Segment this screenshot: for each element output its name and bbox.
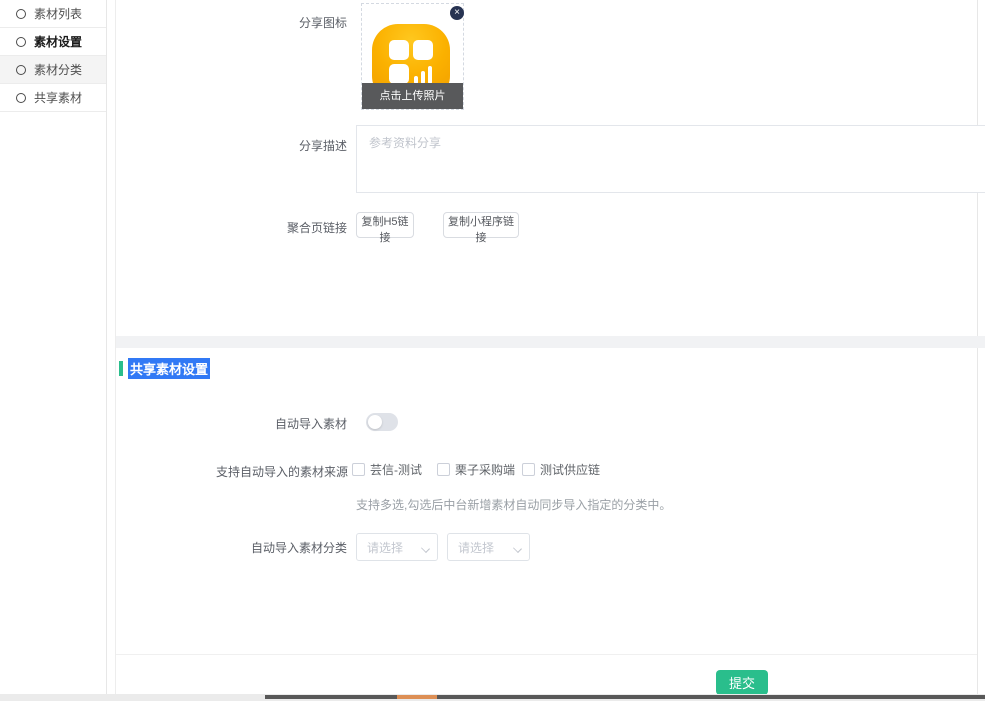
sidebar: 素材列表 素材设置 素材分类 共享素材 [0,0,107,694]
checkbox-icon[interactable] [522,463,535,476]
share-settings-card: 分享图标 × 点击上传照片 分享描述 聚合页链接 复制H5链接 复制小程序链接 [116,0,977,336]
sidebar-item-material-settings[interactable]: 素材设置 [0,28,106,56]
checkbox-icon[interactable] [352,463,365,476]
sources-label: 支持自动导入的素材来源 [116,463,348,480]
circle-bullet-icon [16,93,26,103]
share-icon-upload[interactable]: × 点击上传照片 [361,3,464,110]
chevron-down-icon [421,544,430,553]
auto-import-label: 自动导入素材 [116,415,347,432]
category-select-1[interactable]: 请选择 [356,533,438,561]
sources-hint-text: 支持多选,勾选后中台新增素材自动同步导入指定的分类中。 [356,496,671,513]
select-placeholder: 请选择 [458,539,494,556]
agg-link-label: 聚合页链接 [116,219,347,236]
checkbox-label: 芸信-测试 [370,461,422,478]
section-title-text: 共享素材设置 [128,358,210,379]
auto-import-toggle[interactable] [366,413,398,431]
circle-bullet-icon [16,9,26,19]
scrollbar-orange-marker [397,695,437,699]
share-desc-label: 分享描述 [116,137,347,154]
category-select-2[interactable]: 请选择 [447,533,530,561]
checkbox-icon[interactable] [437,463,450,476]
sidebar-item-material-list[interactable]: 素材列表 [0,0,106,28]
close-icon[interactable]: × [450,6,464,20]
shared-material-settings-card: 共享素材设置 自动导入素材 支持自动导入的素材来源 芸信-测试 栗子采购端 测试… [116,348,977,654]
toggle-knob-icon [368,415,382,429]
upload-overlay-label[interactable]: 点击上传照片 [362,83,463,109]
share-icon-label: 分享图标 [116,14,347,31]
chart-bar-icon [428,66,432,84]
share-desc-input[interactable] [356,125,985,193]
copy-miniprogram-link-button[interactable]: 复制小程序链接 [443,212,519,238]
form-footer: 提交 [116,654,977,694]
grid-square-icon [389,40,409,60]
sidebar-item-label: 素材分类 [34,61,82,78]
sidebar-item-label: 共享素材 [34,89,82,106]
sidebar-item-label: 素材设置 [34,33,82,50]
section-title: 共享素材设置 [119,358,210,379]
sidebar-item-shared-material[interactable]: 共享素材 [0,84,106,112]
horizontal-scrollbar[interactable] [0,694,985,701]
scrollbar-thumb[interactable] [265,695,985,699]
circle-bullet-icon [16,37,26,47]
copy-h5-link-button[interactable]: 复制H5链接 [356,212,414,238]
checkbox-source-test-supplychain[interactable]: 测试供应链 [522,461,600,478]
section-accent-bar [119,361,123,376]
grid-square-icon [413,40,433,60]
category-label: 自动导入素材分类 [116,539,347,556]
submit-button[interactable]: 提交 [716,670,768,695]
sidebar-item-material-category[interactable]: 素材分类 [0,56,106,84]
select-placeholder: 请选择 [367,539,403,556]
checkbox-source-lizi-procurement[interactable]: 栗子采购端 [437,461,515,478]
checkbox-label: 测试供应链 [540,461,600,478]
checkbox-source-yunxin-test[interactable]: 芸信-测试 [352,461,422,478]
card-divider [116,336,985,348]
sidebar-item-label: 素材列表 [34,5,82,22]
circle-bullet-icon [16,65,26,75]
grid-square-icon [389,64,409,84]
chevron-down-icon [513,544,522,553]
checkbox-label: 栗子采购端 [455,461,515,478]
